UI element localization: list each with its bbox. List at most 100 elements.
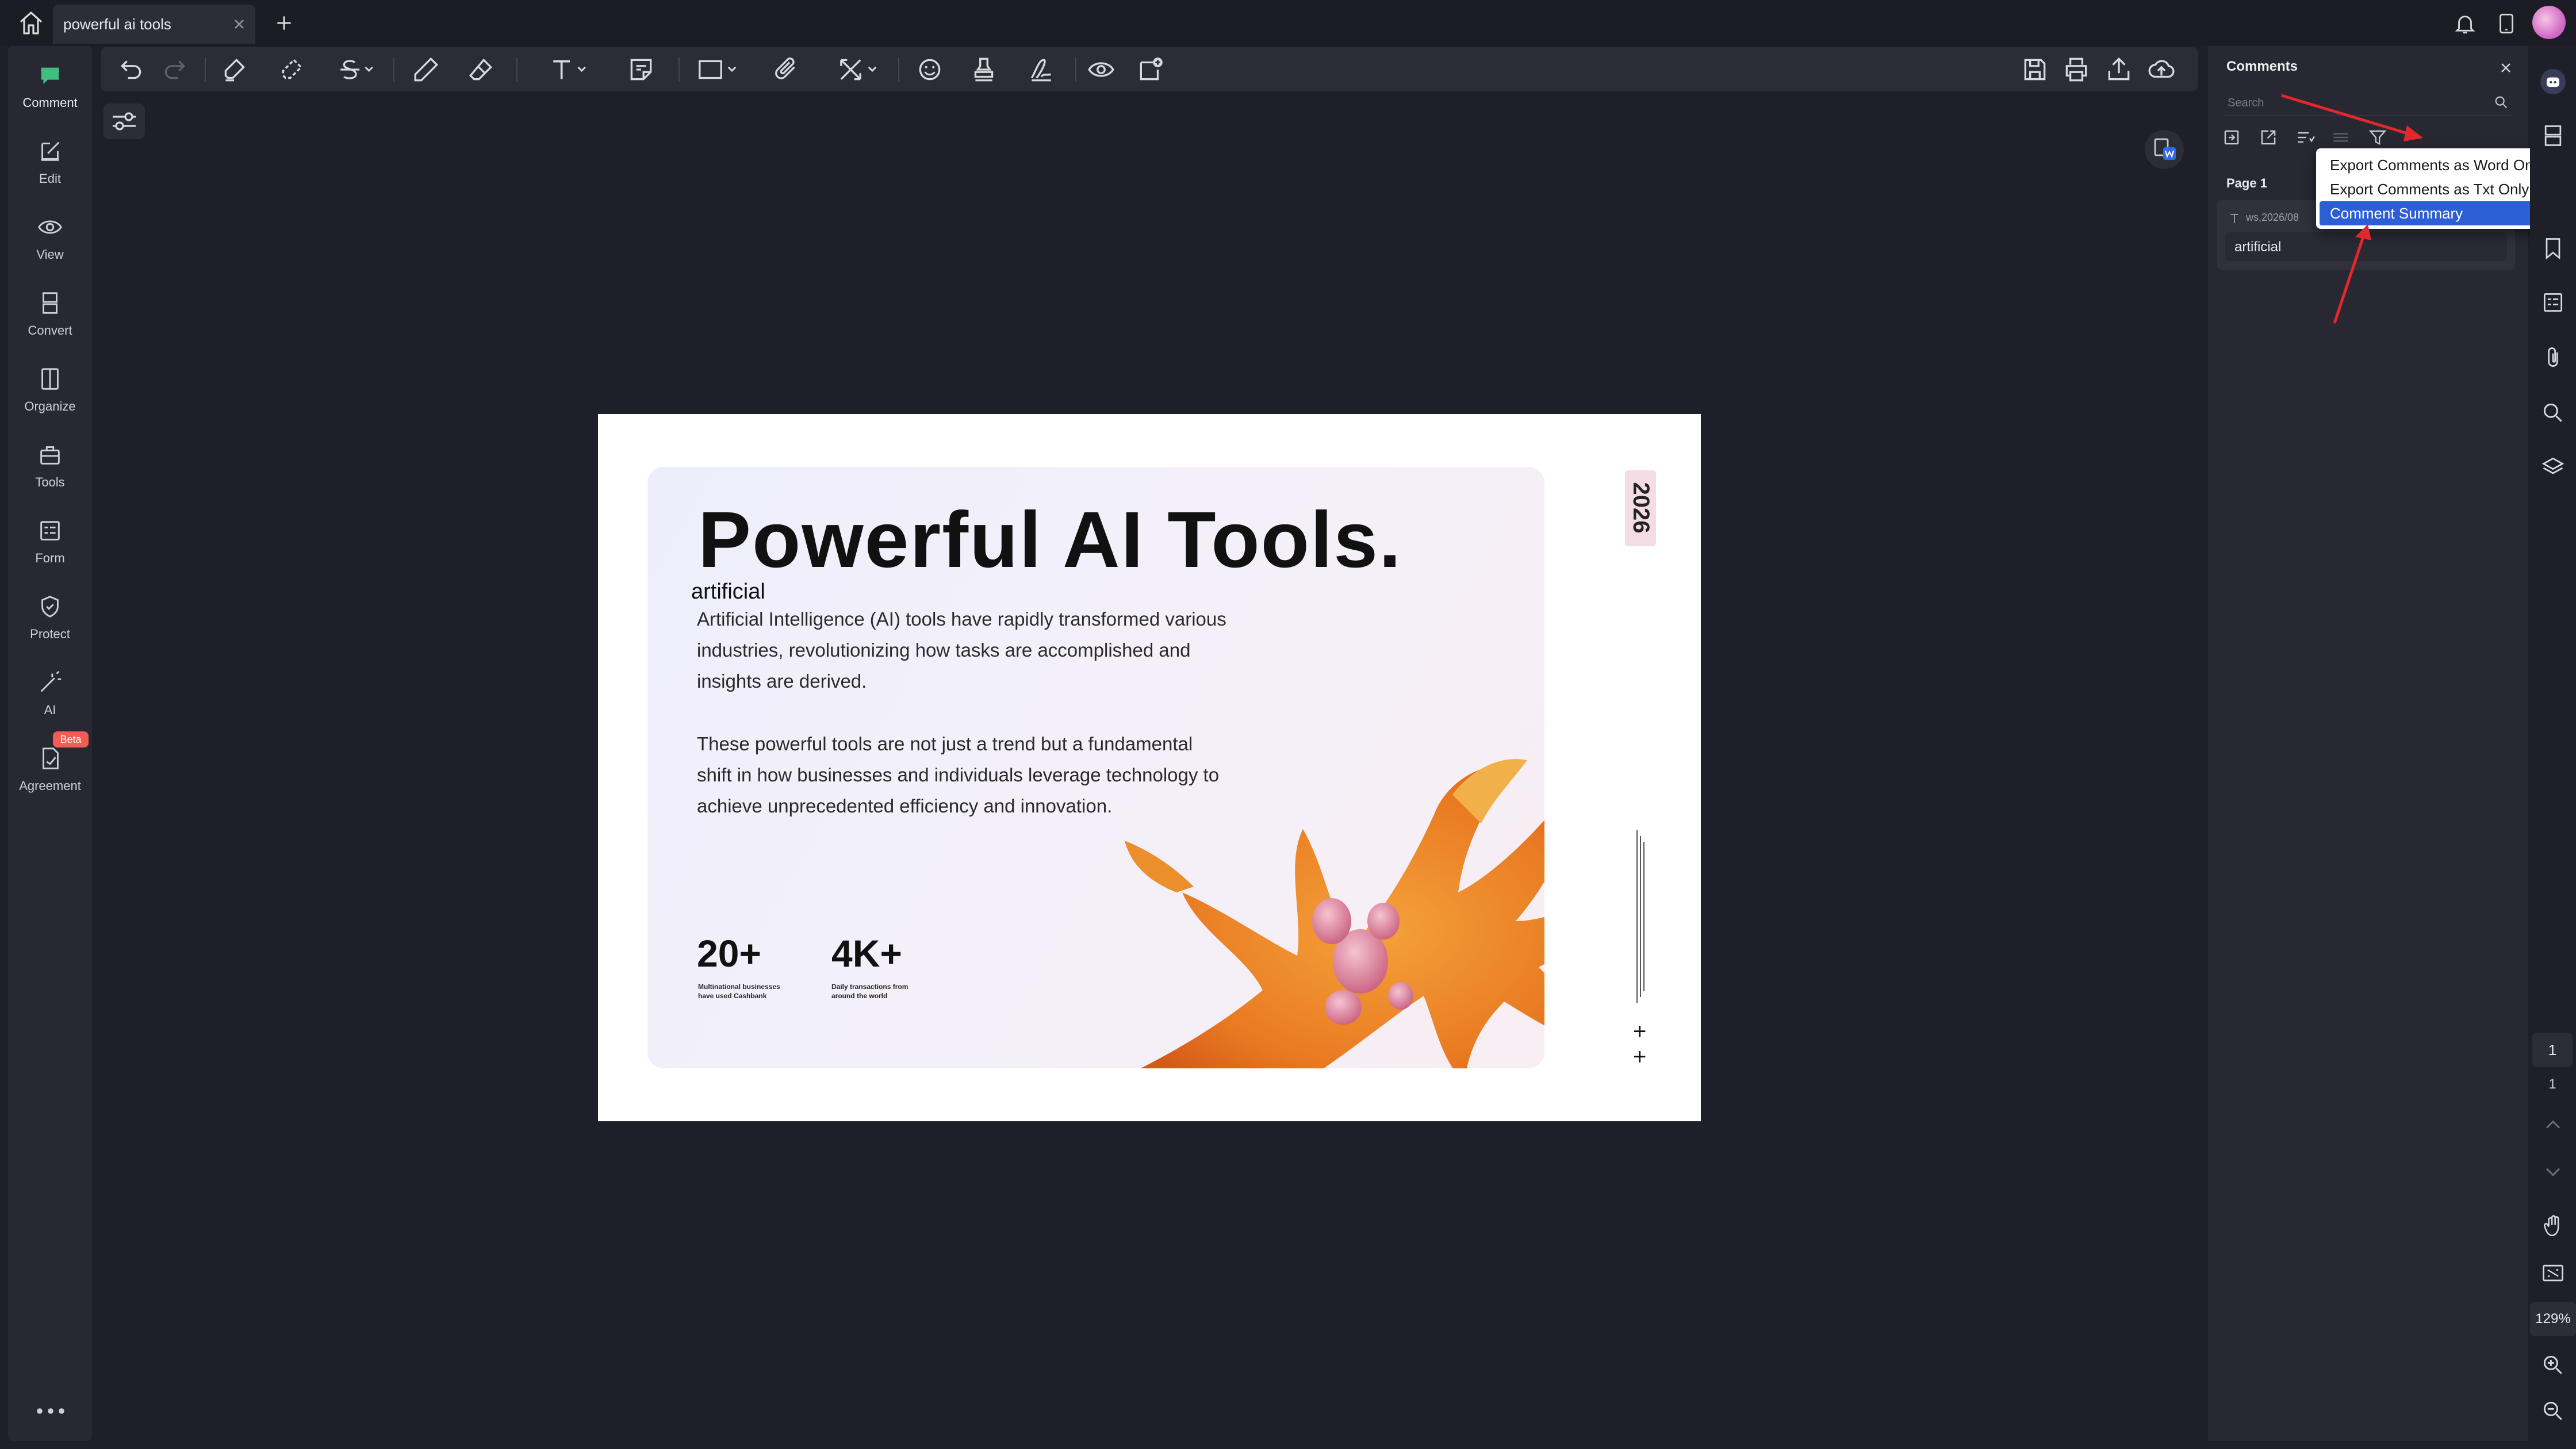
current-page-input[interactable]: 1 bbox=[2532, 1033, 2573, 1067]
print-button[interactable] bbox=[2062, 55, 2091, 84]
paragraph-1: Artificial Intelligence (AI) tools have … bbox=[697, 608, 1226, 692]
rail-label: Form bbox=[35, 551, 65, 565]
convert-icon bbox=[43, 292, 57, 314]
fit-page-button[interactable] bbox=[2540, 1260, 2566, 1286]
page-thumbnails-button[interactable] bbox=[2540, 123, 2566, 148]
shield-icon bbox=[41, 596, 59, 618]
home-icon bbox=[20, 12, 43, 34]
new-tab-button[interactable] bbox=[273, 12, 296, 34]
attachments-button[interactable] bbox=[2540, 345, 2566, 370]
bookmarks-button[interactable] bbox=[2540, 236, 2566, 261]
rectangle-icon bbox=[699, 60, 737, 79]
highlight-button[interactable] bbox=[220, 55, 248, 84]
signature-button[interactable] bbox=[1027, 55, 1056, 84]
more-dots-icon bbox=[37, 1408, 64, 1414]
measure-icon bbox=[840, 59, 877, 80]
form-icon bbox=[2543, 293, 2563, 312]
rail-item-tools[interactable]: Tools bbox=[8, 434, 92, 503]
comments-page-label: Page 1 bbox=[2226, 176, 2267, 190]
panel-close-button[interactable] bbox=[2498, 60, 2514, 76]
attachment-button[interactable] bbox=[773, 55, 802, 84]
menu-item-export-txt[interactable]: Export Comments as Txt Only bbox=[2320, 177, 2564, 201]
sticker-button[interactable] bbox=[915, 55, 944, 84]
sticky-note-icon bbox=[630, 59, 652, 80]
rail-item-protect[interactable]: Protect bbox=[8, 585, 92, 654]
menu-item-comment-summary[interactable]: Comment Summary bbox=[2320, 201, 2564, 225]
undo-button[interactable] bbox=[117, 55, 146, 84]
share-button[interactable] bbox=[2104, 55, 2133, 84]
area-highlight-button[interactable] bbox=[277, 55, 306, 84]
cloud-upload-button[interactable] bbox=[2147, 55, 2176, 84]
display-settings-button[interactable] bbox=[103, 103, 145, 139]
zoom-out-button[interactable] bbox=[2540, 1398, 2566, 1424]
comments-panel: Comments Page 1 ws,2026/08 artificial bbox=[2208, 46, 2528, 1441]
notifications-button[interactable] bbox=[2453, 12, 2477, 36]
pdf-page[interactable]: Powerful AI Tools. artificial Artificial… bbox=[598, 414, 1701, 1121]
rail-item-convert[interactable]: Convert bbox=[8, 282, 92, 351]
convert-to-word-button[interactable] bbox=[2145, 130, 2184, 169]
sort-comments-button[interactable] bbox=[2294, 126, 2316, 148]
bell-icon bbox=[2455, 16, 2475, 34]
rail-item-form[interactable]: Form bbox=[8, 509, 92, 578]
text-annotation[interactable]: artificial bbox=[691, 580, 765, 604]
eye-icon bbox=[38, 220, 62, 234]
measure-button[interactable] bbox=[836, 55, 880, 84]
chevron-up-icon bbox=[2546, 1120, 2560, 1129]
rail-item-view[interactable]: View bbox=[8, 206, 92, 275]
pencil-button[interactable] bbox=[412, 55, 440, 84]
ai-assistant-button[interactable] bbox=[2540, 69, 2566, 94]
rail-label: Agreement bbox=[19, 779, 81, 793]
stamp-button[interactable] bbox=[969, 55, 998, 84]
avatar[interactable] bbox=[2532, 6, 2566, 39]
form-fields-button[interactable] bbox=[2540, 290, 2566, 315]
redo-button[interactable] bbox=[160, 55, 189, 84]
search-button[interactable] bbox=[2493, 94, 2509, 110]
comment-text-box[interactable]: artificial bbox=[2225, 232, 2507, 261]
more-button[interactable] bbox=[29, 1397, 72, 1425]
layers-button[interactable] bbox=[2540, 454, 2566, 480]
tablet-icon bbox=[2500, 13, 2513, 34]
import-comments-button[interactable] bbox=[2221, 126, 2242, 148]
eraser-button[interactable] bbox=[467, 55, 496, 84]
device-button[interactable] bbox=[2494, 12, 2518, 36]
rail-label: Tools bbox=[35, 475, 65, 489]
rail-item-organize[interactable]: Organize bbox=[8, 358, 92, 427]
text-button[interactable] bbox=[549, 55, 589, 84]
rail-item-comment[interactable]: Comment bbox=[8, 54, 92, 123]
save-button[interactable] bbox=[2021, 55, 2049, 84]
strikethrough-button[interactable] bbox=[336, 55, 376, 84]
search-icon bbox=[2495, 96, 2508, 109]
plus-mark: + bbox=[1633, 1044, 1647, 1070]
menu-item-export-word[interactable]: Export Comments as Word Only bbox=[2320, 153, 2564, 177]
rail-label: Protect bbox=[30, 627, 70, 641]
tab-close-button[interactable] bbox=[231, 16, 247, 32]
add-comment-button[interactable] bbox=[1136, 55, 1165, 84]
hand-tool-button[interactable] bbox=[2540, 1213, 2566, 1239]
paperclip-icon bbox=[775, 57, 795, 79]
shape-button[interactable] bbox=[696, 55, 739, 84]
previous-page-button[interactable] bbox=[2540, 1112, 2566, 1137]
rail-item-agreement[interactable]: Agreement bbox=[8, 737, 92, 806]
panel-title: Comments bbox=[2226, 59, 2298, 74]
hide-annotations-button[interactable] bbox=[1087, 55, 1116, 84]
collapse-comments-button[interactable] bbox=[2330, 126, 2352, 148]
stamp-icon bbox=[974, 57, 994, 82]
home-button[interactable] bbox=[15, 9, 47, 37]
search-icon bbox=[2543, 403, 2562, 422]
rail-item-ai[interactable]: AI bbox=[8, 661, 92, 730]
next-page-button[interactable] bbox=[2540, 1159, 2566, 1184]
document-tab[interactable]: powerful ai tools bbox=[53, 5, 255, 44]
filter-comments-button[interactable] bbox=[2367, 126, 2389, 148]
zoom-in-button[interactable] bbox=[2540, 1352, 2566, 1378]
search-document-button[interactable] bbox=[2540, 400, 2566, 425]
beta-badge: Beta bbox=[53, 731, 89, 747]
note-button[interactable] bbox=[627, 55, 656, 84]
export-comments-button[interactable] bbox=[2257, 126, 2279, 148]
search-input[interactable] bbox=[2223, 90, 2482, 116]
organize-icon bbox=[41, 368, 59, 390]
rail-item-edit[interactable]: Edit bbox=[8, 130, 92, 199]
undo-icon bbox=[120, 60, 141, 79]
bookmark-icon bbox=[2546, 238, 2560, 260]
more-options-button[interactable] bbox=[2402, 126, 2424, 148]
zoom-level[interactable]: 129% bbox=[2530, 1302, 2576, 1336]
